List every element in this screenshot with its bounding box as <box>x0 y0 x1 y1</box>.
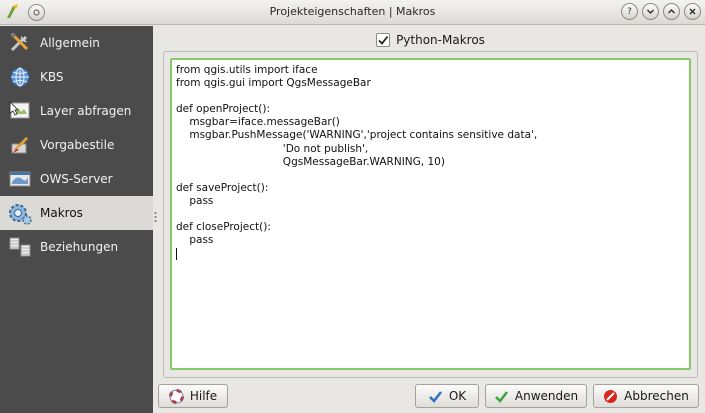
checkmark-icon <box>378 35 389 45</box>
close-icon <box>689 8 696 15</box>
sidebar-item-label: OWS-Server <box>40 172 113 186</box>
minimize-button[interactable] <box>642 3 659 20</box>
sidebar-item-vorgabestile[interactable]: Vorgabestile <box>0 128 153 162</box>
sidebar: Allgemein KBS Layer abfragen Vorgabestil… <box>0 26 153 413</box>
cancel-button-label: Abbrechen <box>624 389 689 403</box>
window-title: Projekteigenschaften | Makros <box>269 5 436 18</box>
python-code-editor[interactable]: from qgis.utils import iface from qgis.g… <box>170 58 691 370</box>
code-text[interactable]: from qgis.utils import iface from qgis.g… <box>176 64 685 247</box>
cancel-button[interactable]: Abbrechen <box>593 384 699 408</box>
sidebar-item-label: Layer abfragen <box>40 104 132 118</box>
macros-panel: Python-Makros from qgis.utils import ifa… <box>158 26 705 380</box>
help-title-button[interactable]: ? <box>621 3 638 20</box>
tools-icon <box>7 30 33 56</box>
help-button[interactable]: Hilfe <box>158 384 228 408</box>
sidebar-item-beziehungen[interactable]: Beziehungen <box>0 230 153 264</box>
sidebar-item-label: Allgemein <box>40 36 100 50</box>
sidebar-item-label: Vorgabestile <box>40 138 115 152</box>
apply-button-label: Anwenden <box>514 389 579 403</box>
ows-server-icon <box>7 166 33 192</box>
python-macros-label: Python-Makros <box>396 33 485 47</box>
relations-icon <box>7 234 33 260</box>
sidebar-item-allgemein[interactable]: Allgemein <box>0 26 153 60</box>
help-button-label: Hilfe <box>189 389 218 403</box>
chevron-up-icon <box>667 8 676 14</box>
identify-icon <box>7 98 33 124</box>
chevron-down-icon <box>646 9 655 15</box>
text-cursor <box>176 248 177 261</box>
globe-icon <box>7 64 33 90</box>
ok-button-label: OK <box>448 389 467 403</box>
cancel-icon <box>603 389 618 404</box>
sidebar-item-ows-server[interactable]: OWS-Server <box>0 162 153 196</box>
sidebar-item-label: Makros <box>40 206 83 220</box>
question-icon: ? <box>627 6 632 17</box>
checkmark-icon <box>428 389 443 404</box>
title-bar: Projekteigenschaften | Makros ? <box>0 0 705 25</box>
sidebar-item-label: Beziehungen <box>40 240 119 254</box>
python-macros-toggle[interactable]: Python-Makros <box>162 29 699 51</box>
gears-icon <box>7 200 33 226</box>
help-lifebuoy-icon <box>168 388 184 404</box>
paint-brush-icon <box>7 132 33 158</box>
sidebar-item-label: KBS <box>40 70 64 84</box>
close-button[interactable] <box>684 3 701 20</box>
sidebar-item-kbs[interactable]: KBS <box>0 60 153 94</box>
sidebar-item-makros[interactable]: Makros <box>0 196 153 230</box>
python-macros-checkbox[interactable] <box>376 33 391 47</box>
apply-button[interactable]: Anwenden <box>485 384 587 408</box>
ok-button[interactable]: OK <box>415 384 479 408</box>
macros-group-box: from qgis.utils import iface from qgis.g… <box>163 51 698 378</box>
maximize-button[interactable] <box>663 3 680 20</box>
checkmark-green-icon <box>494 389 509 404</box>
sidebar-item-layer-abfragen[interactable]: Layer abfragen <box>0 94 153 128</box>
